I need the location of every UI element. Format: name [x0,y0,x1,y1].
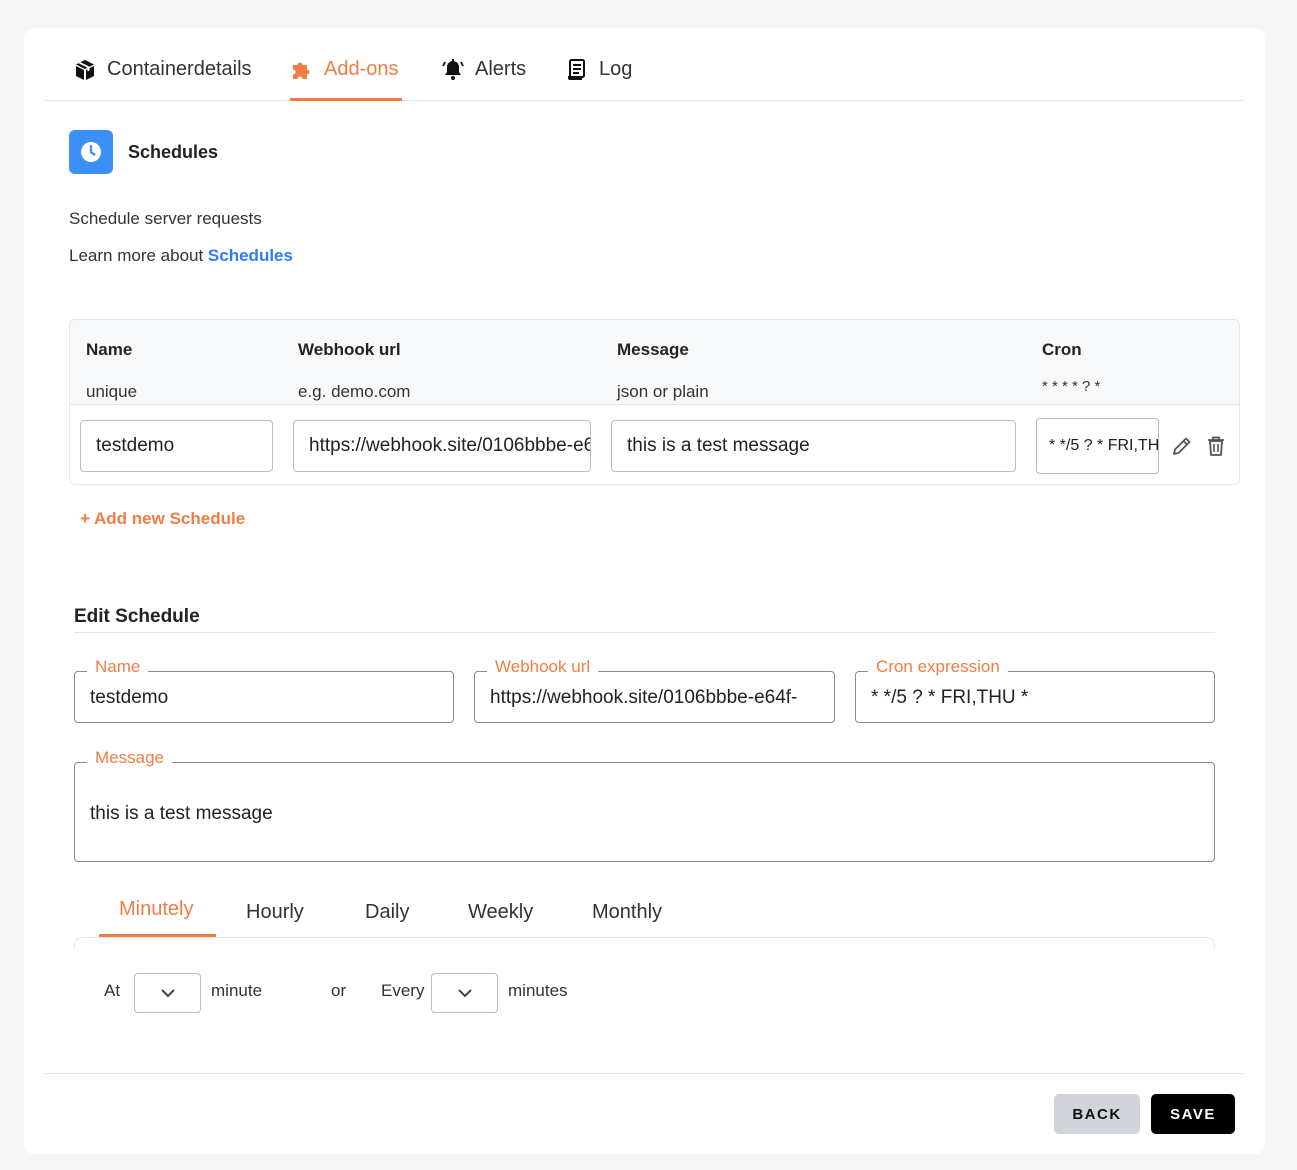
column-header-webhook: Webhook url [298,340,401,359]
column-header-message: Message [617,340,689,359]
minute-label: minute [211,981,263,1000]
tab-log[interactable]: Log [565,58,632,101]
column-header-cron: Cron [1042,340,1082,359]
tab-label: Containerdetails [107,58,252,80]
save-button[interactable]: SAVE [1151,1094,1235,1134]
schedules-table: Name Webhook url Message Cron unique e.g… [69,319,1240,485]
puzzle-icon [293,62,310,79]
tab-weekly[interactable]: Weekly [468,901,533,924]
edit-schedule-title: Edit Schedule [74,606,200,627]
clock-icon [81,142,101,162]
learn-more: Learn more about Schedules [69,246,293,266]
message-field-label: Message [87,748,172,768]
table-header: Name Webhook url Message Cron unique e.g… [70,320,1239,405]
message-field-value: this is a test message [90,803,273,824]
row-cron-input[interactable]: * */5 ? * FRI,THU * [1036,418,1159,474]
addon-title: Schedules [128,142,219,162]
back-button[interactable]: BACK [1054,1094,1140,1134]
or-label: or [331,981,347,1000]
tab-label: Alerts [475,58,527,80]
webhook-url-field[interactable]: Webhook url https://webhook.site/0106bbb… [474,657,835,723]
tab-daily[interactable]: Daily [365,901,409,924]
add-new-schedule-button[interactable]: + Add new Schedule [80,509,245,529]
cron-expression-field[interactable]: Cron expression * */5 ? * FRI,THU * [855,657,1215,723]
row-webhook-input[interactable]: https://webhook.site/0106bbbe-e64f- [293,420,591,472]
name-field-value: testdemo [90,687,169,708]
footer-divider [44,1073,1245,1074]
webhook-url-field-label: Webhook url [487,657,599,677]
addon-description: Schedule server requests [69,209,262,228]
main-card: Containerdetails Add-ons Alerts Log Sche… [24,28,1265,1154]
tab-add-ons[interactable]: Add-ons [290,58,402,101]
minutes-label: minutes [508,981,568,1000]
bell-icon [442,59,464,80]
schedule-addon-icon [69,130,113,174]
tab-containerdetails[interactable]: Containerdetails [73,58,252,101]
webhook-url-field-value: https://webhook.site/0106bbbe-e64f- [490,687,798,708]
every-minutes-select[interactable] [431,973,498,1013]
tab-label: Log [599,58,633,80]
minute-select[interactable] [134,973,201,1013]
cron-expression-field-label: Cron expression [868,657,1008,677]
learn-more-prefix: Learn more about [69,246,208,265]
tab-minutely[interactable]: Minutely [119,898,193,921]
cron-expression-field-value: * */5 ? * FRI,THU * [871,687,1029,708]
name-field[interactable]: Name testdemo [74,657,454,723]
edit-pencil-icon[interactable] [1170,434,1194,458]
row-name-input[interactable]: testdemo [80,420,273,472]
column-hint-name: unique [86,382,138,401]
chevron-down-icon [457,989,472,998]
tab-alerts[interactable]: Alerts [441,58,526,101]
tab-panel [74,937,1215,949]
scroll-icon [568,59,585,80]
tab-monthly[interactable]: Monthly [592,901,662,924]
row-message-input[interactable]: this is a test message [611,420,1016,472]
tab-hourly[interactable]: Hourly [246,901,304,924]
schedules-link[interactable]: Schedules [208,246,293,265]
column-hint-message: json or plain [617,382,709,401]
tab-label: Add-ons [324,58,399,80]
divider [74,632,1215,633]
column-header-name: Name [86,340,133,359]
chevron-down-icon [160,989,175,998]
every-label: Every [381,981,425,1000]
column-hint-webhook: e.g. demo.com [298,382,411,401]
message-field[interactable]: Message this is a test message [74,748,1215,862]
name-field-label: Name [87,657,149,677]
trash-icon[interactable] [1204,434,1228,458]
at-label: At [104,981,121,1000]
box-icon [76,60,94,80]
tab-bar: Containerdetails Add-ons Alerts Log [45,28,1245,101]
column-hint-cron: * * * * ? * [1042,378,1101,395]
